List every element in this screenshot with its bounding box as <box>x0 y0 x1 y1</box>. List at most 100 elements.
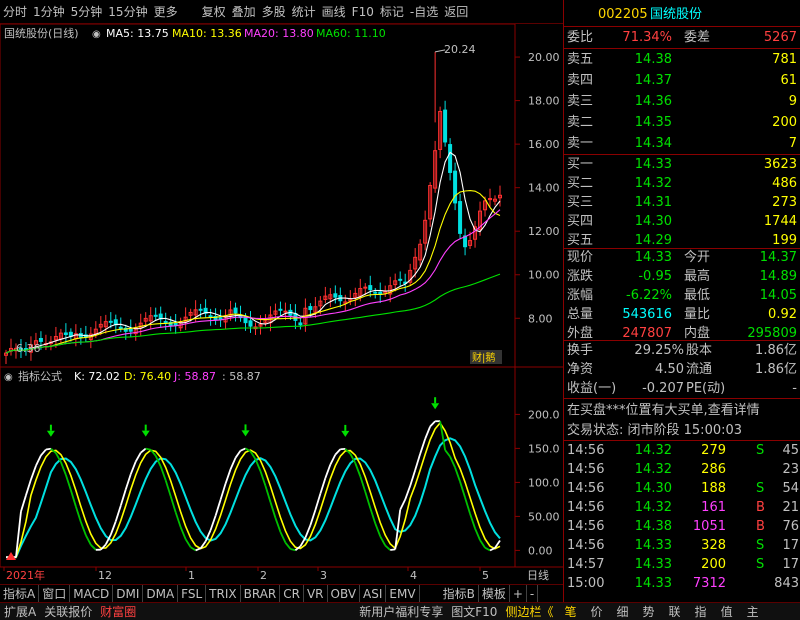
tick-time: 14:56 <box>567 538 605 553</box>
status-left-1[interactable]: 关联报价 <box>40 603 96 620</box>
quote-row: 买二 14.32 486 <box>564 173 800 194</box>
toolbar-item-8[interactable]: 统计 <box>289 0 319 24</box>
j-line-seg <box>164 479 172 497</box>
j-line-seg <box>379 535 387 546</box>
status-right-0[interactable]: 笔 <box>557 603 583 620</box>
stat-label: 涨跌 <box>567 269 594 284</box>
indicator-tab-14[interactable]: 模板 <box>479 584 510 603</box>
j-line-seg <box>384 544 391 551</box>
toolbar-item-7[interactable]: 多股 <box>259 0 289 24</box>
status-right-2[interactable]: 细 <box>610 603 636 620</box>
ma-toggle-icon[interactable]: ◉ <box>92 29 101 40</box>
ind-y-tick: 150.0 <box>528 442 560 455</box>
j-line-seg <box>114 505 122 522</box>
indicator-tab-9[interactable]: VR <box>304 584 328 603</box>
indicator-tab-1[interactable]: 窗口 <box>39 584 71 603</box>
finance-badge[interactable]: 财|鹅 <box>472 351 495 364</box>
j-line-seg <box>444 449 451 458</box>
tick-price: 14.38 <box>634 519 672 534</box>
j-line-seg <box>90 544 97 551</box>
tick-time: 14:56 <box>567 519 605 534</box>
indicator-tab-7[interactable]: BRAR <box>241 584 281 603</box>
status-right-3[interactable]: 势 <box>636 603 662 620</box>
quote-row: 交易状态: 闭市阶段 15:00:03 <box>564 420 800 441</box>
stat-label: 最低 <box>684 288 711 303</box>
status-left-2[interactable]: 财富圈 <box>96 603 140 620</box>
bid-label: 买三 <box>567 195 594 210</box>
indicator-tab-13[interactable]: 指标B <box>440 584 479 603</box>
toolbar-item-9[interactable]: 画线 <box>319 0 349 24</box>
status-right-1[interactable]: 价 <box>583 603 609 620</box>
indicator-tab-8[interactable]: CR <box>280 584 304 603</box>
toolbar-item-1[interactable]: 1分钟 <box>30 0 68 24</box>
indicator-tab-0[interactable]: 指标A <box>0 584 40 603</box>
stat2-value: 29.25% <box>634 343 684 358</box>
status-right-7[interactable]: 主 <box>740 603 766 620</box>
toolbar-item-2[interactable]: 5分钟 <box>68 0 106 24</box>
candle-body <box>458 201 463 234</box>
candle-body <box>363 286 368 289</box>
indicator-tab-15[interactable]: + <box>510 584 527 603</box>
stat2-label: 换手 <box>567 343 594 358</box>
bid-label: 买四 <box>567 214 594 229</box>
toolbar-item-12[interactable]: -自选 <box>407 0 441 24</box>
indicator-tab-16[interactable]: - <box>527 584 539 603</box>
candle-body <box>153 314 158 317</box>
j-line-seg <box>159 466 167 481</box>
tick-price: 14.33 <box>634 538 672 553</box>
indicator-tabs: 指标A 窗口 MACD DMI DMA FSL TRIX BRAR CR VR OBV ASI EMV 指… <box>0 584 563 603</box>
j-line-seg <box>419 438 427 455</box>
toolbar-item-5[interactable]: 复权 <box>199 0 229 24</box>
quote-row: 买一 14.33 3623 <box>564 154 800 175</box>
j-line-seg <box>134 452 142 462</box>
indicator-tab-5[interactable]: FSL <box>178 584 207 603</box>
stat-value: 543616 <box>622 307 672 322</box>
indicator-tab-6[interactable]: TRIX <box>206 584 241 603</box>
ma5-label: MA5: 13.75 <box>106 27 169 40</box>
quote-row: 14:57 14.33 200 S 17 <box>564 554 800 575</box>
toolbar-item-0[interactable]: 分时 <box>0 0 30 24</box>
indicator-tab-11[interactable]: ASI <box>360 584 387 603</box>
indicator-title[interactable]: 指标公式 <box>18 369 62 383</box>
toolbar-item-6[interactable]: 叠加 <box>229 0 259 24</box>
status-right-4[interactable]: 联 <box>662 603 688 620</box>
chart-area[interactable]: 国统股份(日线) ◉ MA5: 13.75 MA10: 13.36 MA20: … <box>0 23 563 602</box>
indicator-tab-12[interactable]: EMV <box>386 584 420 603</box>
tick-time: 14:56 <box>567 443 605 458</box>
indicator-tab-2[interactable]: MACD <box>70 584 114 603</box>
status-right-6[interactable]: 值 <box>714 603 740 620</box>
indicator-toggle-icon[interactable]: ◉ <box>4 372 13 383</box>
indicator-tab-4[interactable]: DMA <box>143 584 179 603</box>
candle-body <box>308 306 313 311</box>
chart-title: 国统股份(日线) <box>4 26 79 40</box>
status-mid-0[interactable]: 新用户福利专享 <box>355 603 447 620</box>
toolbar-item-13[interactable]: 返回 <box>441 0 471 24</box>
toolbar-item-3[interactable]: 15分钟 <box>105 0 150 24</box>
ask-price: 14.35 <box>634 115 672 130</box>
status-bar: 扩展A 关联报价 财富圈 新用户福利专享 图文F10 侧边栏《笔价细势联指值主 <box>0 602 800 620</box>
buy-arrow-icon <box>6 552 16 560</box>
indicator-tab-3[interactable]: DMI <box>113 584 144 603</box>
indicator-grid <box>515 413 520 551</box>
j-line-seg <box>60 461 67 476</box>
j-line-seg <box>259 470 267 487</box>
status-mid-1[interactable]: 图文F10 <box>447 603 501 620</box>
kline-chart[interactable]: 国统股份(日线) ◉ MA5: 13.75 MA10: 13.36 MA20: … <box>0 23 563 584</box>
period-label[interactable]: 日线 <box>527 568 549 582</box>
status-left-0[interactable]: 扩展A <box>0 603 40 620</box>
j-line-seg <box>85 534 92 546</box>
j-line-seg <box>269 501 277 519</box>
big-order-notice[interactable]: 在买盘***位置有大买单,查看详情 <box>567 400 760 421</box>
tick-volume: 7312 <box>692 576 726 591</box>
candle-body <box>248 320 253 327</box>
toolbar-item-11[interactable]: 标记 <box>377 0 407 24</box>
x-axis-label: 4 <box>410 569 417 582</box>
status-right-5[interactable]: 指 <box>688 603 714 620</box>
j-line-seg <box>80 521 87 536</box>
quote-row: 14:56 14.32 279 S 45 <box>564 440 800 461</box>
status-mid-2[interactable]: 侧边栏《 <box>501 603 557 620</box>
toolbar-item-4[interactable]: 更多 <box>151 0 181 24</box>
j-line-seg <box>129 461 137 475</box>
indicator-tab-10[interactable]: OBV <box>328 584 361 603</box>
toolbar-item-10[interactable]: F10 <box>349 0 377 24</box>
